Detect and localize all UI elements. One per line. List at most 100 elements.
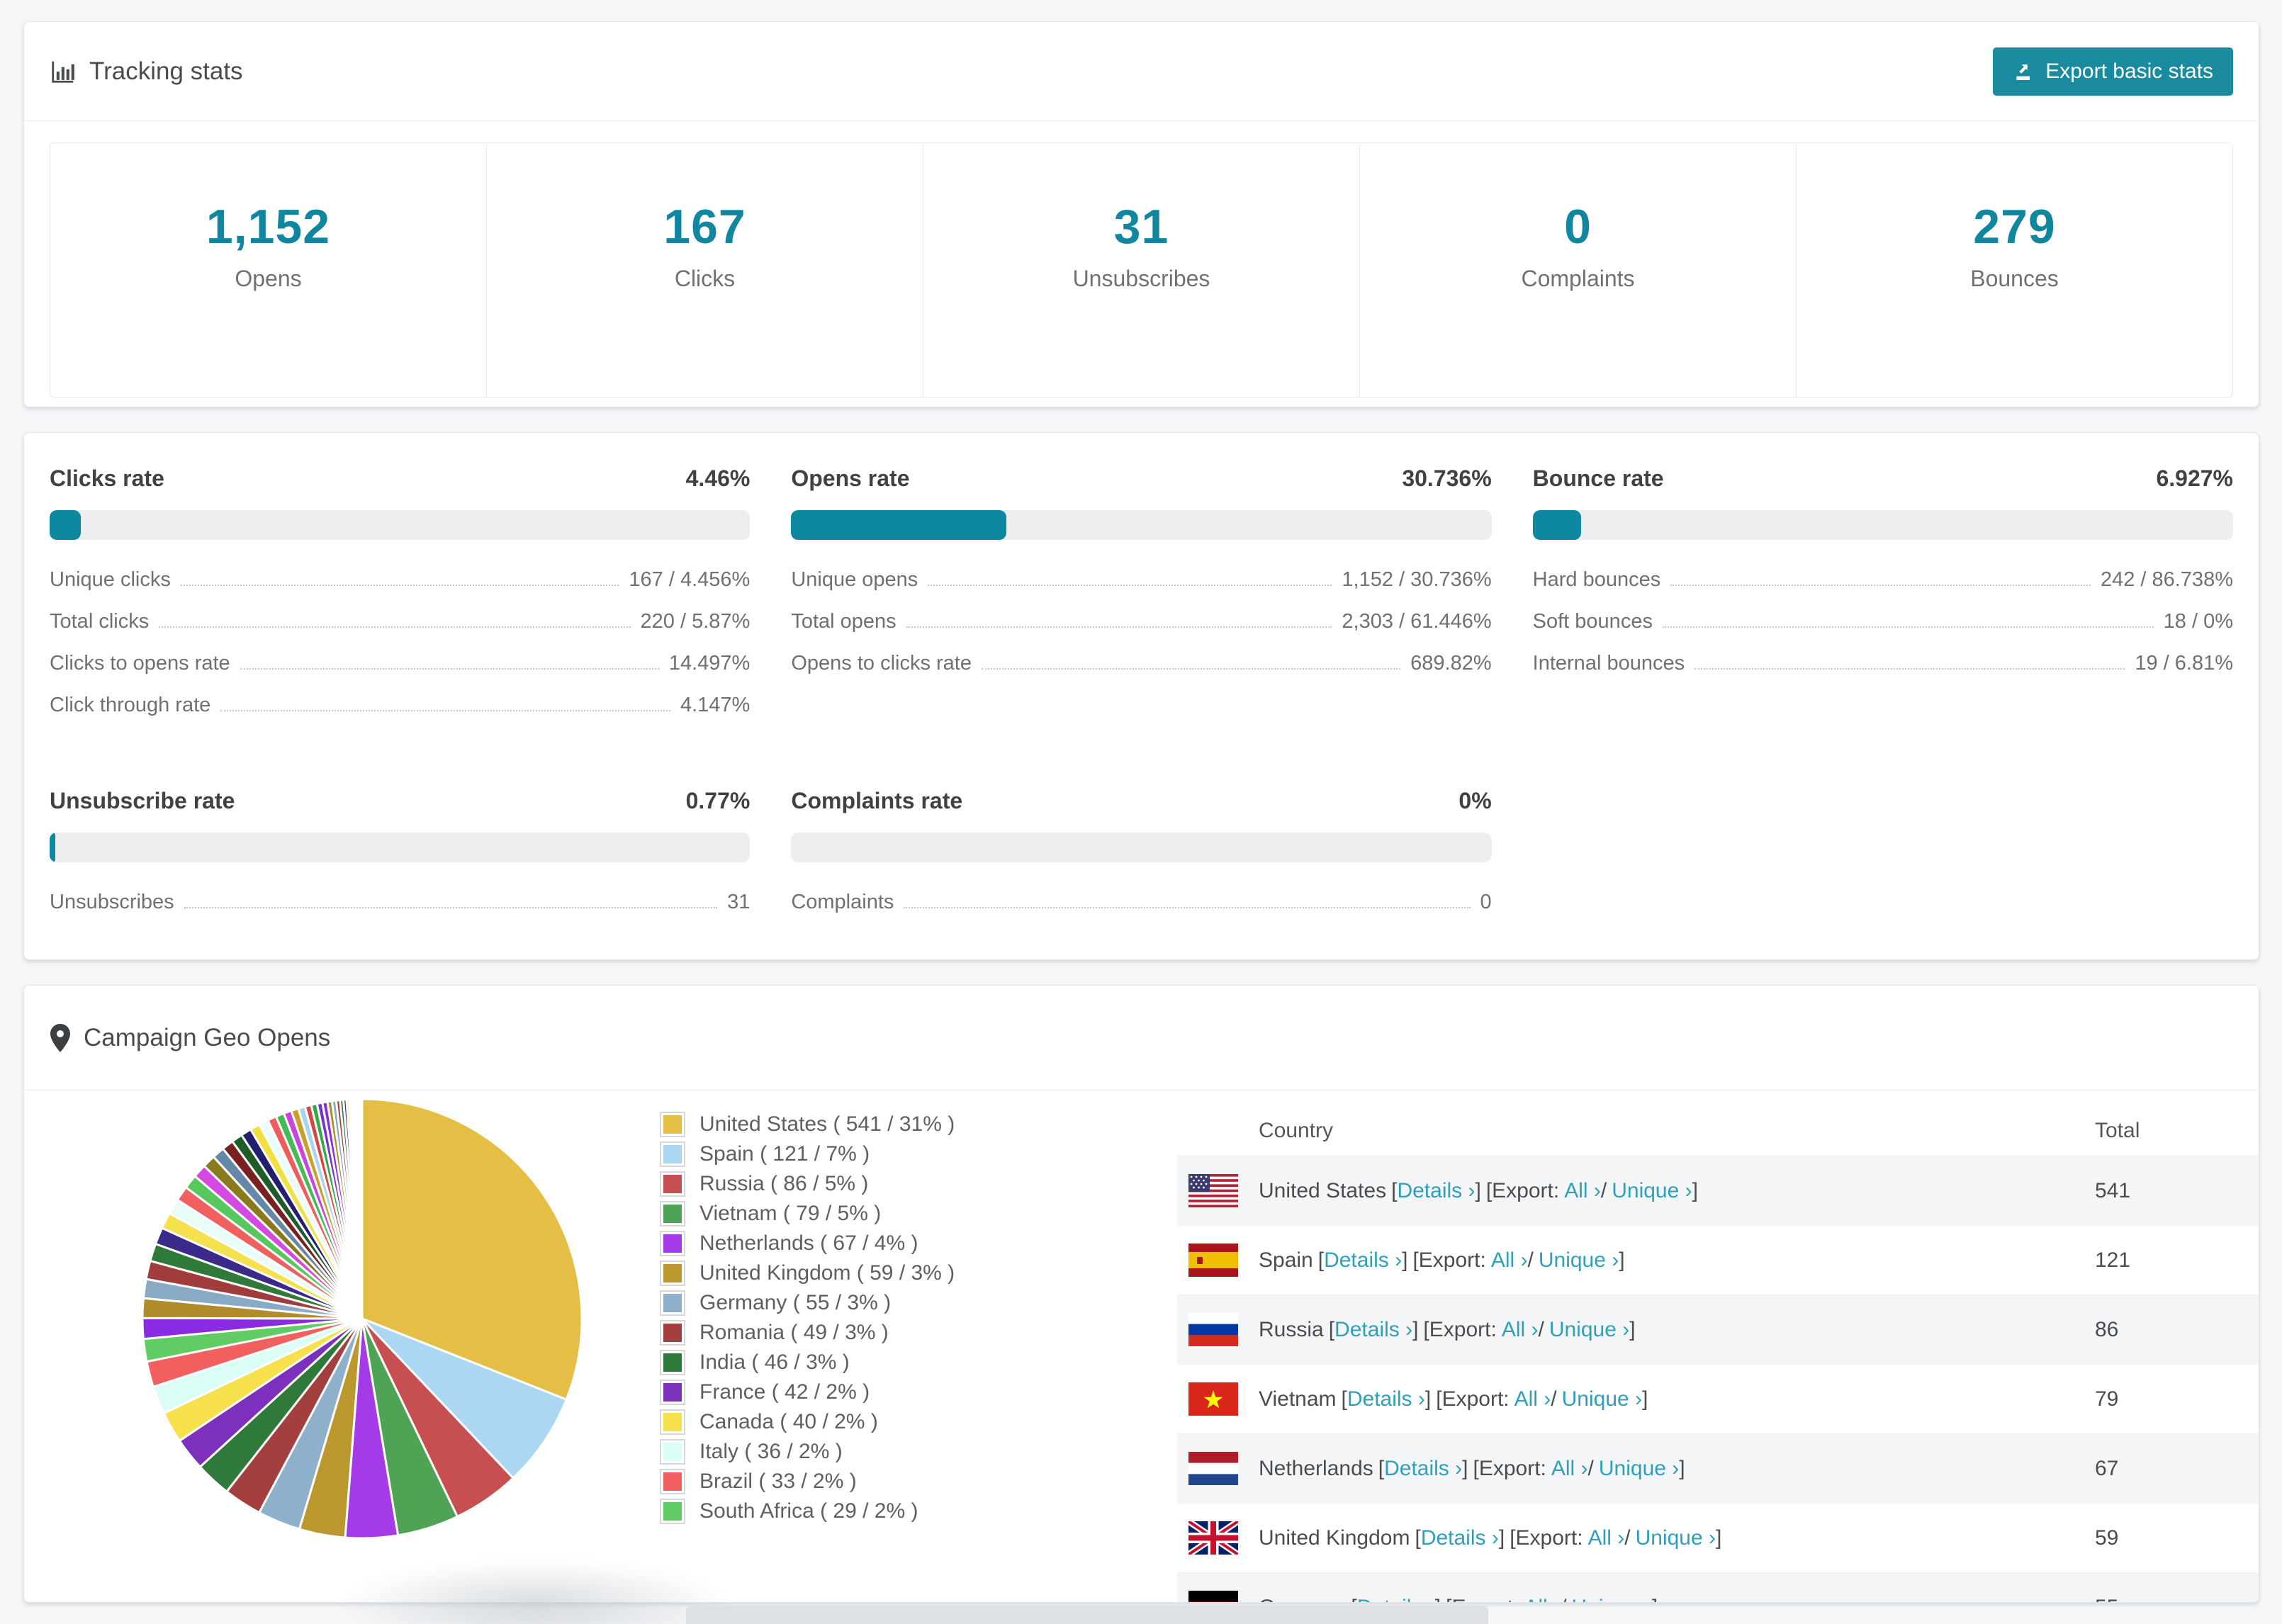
rate-detail-row: Hard bounces 242 / 86.738% [1532,568,2233,591]
legend-item: France ( 42 / 2% ) [660,1377,955,1407]
legend-swatch [660,1469,685,1494]
country-name: United States [1259,1178,1387,1202]
opens-rate-title: Opens rate [791,466,910,491]
legend-swatch [660,1320,685,1346]
table-row-russia: Russia [Details ›] [Export: All › / Unique … [1177,1295,2259,1364]
rate-detail-row: Opens to clicks rate 689.82% [791,652,1492,675]
flag-vietnam-icon [1188,1382,1238,1416]
legend-item: India ( 46 / 3% ) [660,1348,955,1377]
stat-complaints-label: Complaints [1521,265,1635,291]
export-unique-link[interactable]: Unique › [1549,1318,1629,1342]
stat-clicks-label: Clicks [674,265,736,291]
export-unique-link[interactable]: Unique › [1636,1526,1716,1550]
export-all-link[interactable]: All › [1524,1596,1561,1603]
country-total: 541 [2095,1178,2131,1202]
export-button-label: Export basic stats [2045,59,2213,83]
flag-netherlands-icon [1188,1452,1238,1485]
legend-swatch [660,1201,685,1227]
stat-bounces: 279 Bounces [1797,143,2232,397]
export-unique-link[interactable]: Unique › [1539,1248,1619,1273]
bounce-rate-bar [1532,510,2233,540]
details-link[interactable]: Details › [1384,1457,1462,1481]
export-all-link[interactable]: All › [1564,1179,1601,1203]
country-name: Spain [1259,1248,1313,1272]
geo-opens-pie-chart [135,1092,589,1545]
details-link[interactable]: Details › [1421,1526,1499,1550]
export-unique-link[interactable]: Unique › [1612,1179,1692,1203]
flag-germany-icon [1188,1591,1238,1602]
legend-item: Netherlands ( 67 / 4% ) [660,1229,955,1258]
geo-table-header: Country Total [1177,1106,2259,1156]
complaints-rate-value: 0% [1458,788,1492,813]
export-all-link[interactable]: All › [1551,1457,1588,1481]
legend-item: Canada ( 40 / 2% ) [660,1407,955,1437]
country-total: 79 [2095,1387,2119,1411]
legend-swatch [660,1261,685,1286]
location-pin-icon [50,1023,70,1052]
rate-detail-row: Unsubscribes 31 [50,891,751,913]
unsubscribe-rate-block: Unsubscribe rate 0.77% Unsubscribes 31 [50,788,751,932]
clicks-rate-bar [50,510,751,540]
export-unique-link[interactable]: Unique › [1599,1457,1679,1481]
country-name: Russia [1259,1317,1324,1341]
geo-panel-header: Campaign Geo Opens [24,986,2259,1090]
legend-item: Vietnam ( 79 / 5% ) [660,1199,955,1229]
export-all-link[interactable]: All › [1502,1318,1539,1342]
clicks-rate-title: Clicks rate [50,466,164,491]
stat-complaints-value: 0 [1564,199,1592,254]
stat-complaints: 0 Complaints [1360,143,1797,397]
campaign-geo-opens-panel: Campaign Geo Opens United States ( 541 /… [23,985,2259,1603]
rate-detail-row: Total opens 2,303 / 61.446% [791,610,1492,633]
export-all-link[interactable]: All › [1491,1248,1528,1273]
legend-item: Romania ( 49 / 3% ) [660,1318,955,1348]
table-row-netherlands: Netherlands [Details ›] [Export: All › / Un… [1177,1433,2259,1503]
legend-item: Italy ( 36 / 2% ) [660,1437,955,1467]
geo-panel-title: Campaign Geo Opens [50,1023,331,1052]
page-title: Tracking stats [50,57,243,86]
legend-swatch [660,1439,685,1465]
geo-panel-title-label: Campaign Geo Opens [84,1023,331,1051]
details-link[interactable]: Details › [1357,1596,1435,1603]
legend-swatch [660,1141,685,1167]
export-all-link[interactable]: All › [1588,1526,1625,1550]
country-total: 121 [2095,1248,2131,1272]
stat-opens-value: 1,152 [206,199,331,254]
stat-opens: 1,152 Opens [50,143,487,397]
table-row-germany: Germany [Details ›] [Export:All ›/Unique… [1177,1572,2259,1603]
bounce-rate-value: 6.927% [2156,466,2233,491]
rate-detail-row: Total clicks 220 / 5.87% [50,610,751,633]
clicks-rate-value: 4.46% [685,466,751,491]
opens-rate-value: 30.736% [1402,466,1492,491]
legend-swatch [660,1350,685,1375]
bottom-element-shadow [333,1559,737,1624]
country-name: Germany [1259,1596,1346,1603]
legend-swatch [660,1231,685,1256]
details-link[interactable]: Details › [1324,1248,1402,1273]
legend-item: United Kingdom ( 59 / 3% ) [660,1258,955,1288]
legend-swatch [660,1290,685,1316]
rates-panel: Clicks rate 4.46% Unique clicks 167 / 4.4… [23,432,2259,960]
export-all-link[interactable]: All › [1514,1387,1551,1411]
country-name: Vietnam [1259,1387,1337,1411]
rate-detail-row: Internal bounces 19 / 6.81% [1532,652,2233,675]
details-link[interactable]: Details › [1347,1387,1425,1411]
table-row-vietnam: Vietnam [Details ›] [Export: All › / Unique… [1177,1364,2259,1433]
bottom-element-edge [686,1606,1488,1624]
flag-united-states-icon [1188,1174,1238,1207]
export-unique-link[interactable]: Unique › [1562,1387,1642,1411]
complaints-rate-block: Complaints rate 0% Complaints 0 [791,788,1492,932]
flag-russia-icon [1188,1313,1238,1346]
export-unique-link[interactable]: Unique › [1572,1596,1652,1603]
total-column-header: Total [2095,1119,2140,1142]
geo-opens-table: Country Total United States [Details ›] … [1177,1106,2259,1603]
geo-pie-legend: United States ( 541 / 31% ) Spain ( 121 … [660,1110,955,1526]
rate-detail-row: Complaints 0 [791,891,1492,913]
stat-unsubscribes-value: 31 [1113,199,1169,254]
unsubscribe-rate-bar [50,833,751,862]
details-link[interactable]: Details › [1397,1179,1475,1203]
page-title-label: Tracking stats [89,57,243,85]
details-link[interactable]: Details › [1334,1318,1412,1342]
table-row-united-kingdom: United Kingdom [Details ›] [Export: All ›… [1177,1503,2259,1572]
export-basic-stats-button[interactable]: Export basic stats [1993,47,2233,96]
stat-unsubscribes-label: Unsubscribes [1072,265,1210,291]
